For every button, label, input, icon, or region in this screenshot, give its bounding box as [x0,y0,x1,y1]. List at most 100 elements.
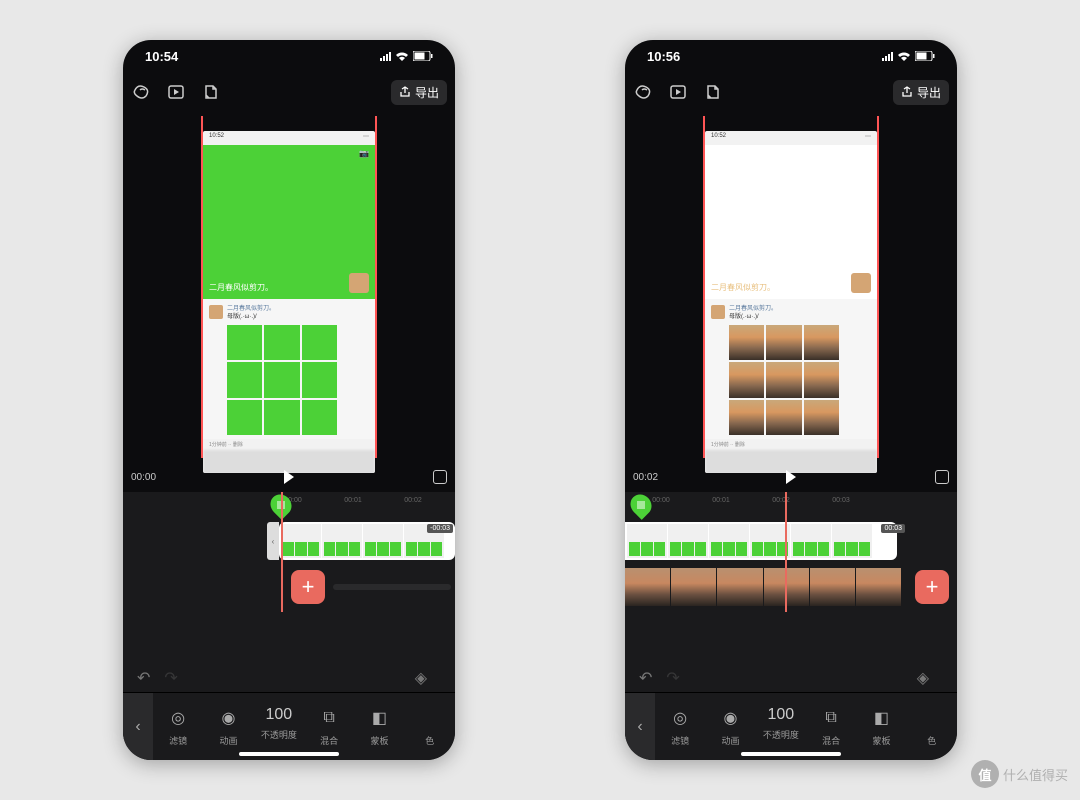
fullscreen-button[interactable] [433,470,447,484]
tool-color[interactable]: 色 [907,706,957,747]
tool-opacity[interactable]: 100不透明度 [756,706,806,747]
play-history-icon[interactable] [667,81,689,103]
export-icon [399,86,411,98]
preview-area: 10:52⋯ 📷 二月春风似剪刀。 二月春风似剪刀。母版(.·ω·.)/ 1分钟… [123,112,455,492]
preview-area: 10:52⋯ 二月春风似剪刀。 二月春风似剪刀。母版(.·ω·.)/ 1分钟前 … [625,112,957,492]
battery-icon [915,51,935,61]
undo-icon[interactable]: ↶ [639,668,652,688]
anim-icon: ◉ [718,706,742,730]
home-indicator[interactable] [239,752,339,756]
inner-time: 10:52 [209,133,224,143]
tool-mask[interactable]: ◧蒙板 [354,706,404,747]
clip-handle-left[interactable]: ‹ [267,522,279,560]
tool-blend[interactable]: ⧉混合 [304,706,354,747]
opacity-value: 100 [265,706,292,724]
tool-anim[interactable]: ◉动画 [705,706,755,747]
preview-canvas[interactable]: 10:52⋯ 二月春风似剪刀。 二月春风似剪刀。母版(.·ω·.)/ 1分钟前 … [705,131,877,473]
preview-controls: 00:00 [123,462,455,492]
nine-grid [729,325,839,435]
keyframe-icon[interactable]: ◈ [917,668,929,688]
post-meta: 1分钟前 ·· 删除 [705,439,877,450]
mask-icon: ◧ [367,706,391,730]
preview-controls: 00:02 [625,462,957,492]
video-clip-2[interactable] [625,568,901,606]
tool-blend[interactable]: ⧉混合 [806,706,856,747]
logo-icon[interactable] [633,81,655,103]
battery-icon [413,51,433,61]
preview-canvas[interactable]: 10:52⋯ 📷 二月春风似剪刀。 二月春风似剪刀。母版(.·ω·.)/ 1分钟… [203,131,375,473]
playhead[interactable] [785,492,787,612]
undo-icon[interactable]: ↶ [137,668,150,688]
status-bar: 10:54 [123,40,455,72]
camera-icon: 📷 [359,149,369,158]
wifi-icon [395,51,409,61]
tool-opacity[interactable]: 100不透明度 [254,706,304,747]
hero-caption: 二月春风似剪刀。 [209,282,273,293]
tool-color[interactable]: 色 [405,706,455,747]
nine-grid [227,325,337,435]
layers-icon[interactable] [701,81,723,103]
play-button[interactable] [786,470,796,484]
blend-icon: ⧉ [317,706,341,730]
phone-left: 10:54 导出 10:52⋯ 📷 二月春风似剪刀。 [123,40,455,760]
watermark-badge: 值 [971,760,999,788]
empty-track[interactable] [333,584,451,590]
phone-right: 10:56 导出 10:52⋯ 二月春风似剪刀。 二月春风似剪刀。母版( [625,40,957,760]
add-track-button[interactable]: + [915,570,949,604]
chat-title: 二月春风似剪刀。 [227,306,275,312]
video-clip[interactable] [625,522,897,560]
clip-duration: 00:03 [881,524,905,533]
keyframe-icon[interactable]: ◈ [415,668,427,688]
top-toolbar: 导出 [625,72,957,112]
export-icon [901,86,913,98]
tool-filter[interactable]: ◎滤镜 [153,706,203,747]
tool-anim[interactable]: ◉动画 [203,706,253,747]
add-track-button[interactable]: + [291,570,325,604]
clip-duration: -00:03 [427,524,453,533]
inner-time: 10:52 [711,133,726,143]
mask-icon: ◧ [869,706,893,730]
avatar [349,273,369,293]
timeline[interactable]: 00:0000:0100:02 ‹ -00:03 + [123,492,455,664]
status-icons [882,51,935,61]
chat-subtitle: 母版(.·ω·.)/ [227,314,257,320]
status-icons [380,51,433,61]
filter-icon: ◎ [166,706,190,730]
back-button[interactable]: ‹ [625,693,655,761]
export-button[interactable]: 导出 [391,80,447,105]
tool-filter[interactable]: ◎滤镜 [655,706,705,747]
tool-bar: ‹ ◎滤镜 ◉动画 100不透明度 ⧉混合 ◧蒙板 色 [123,692,455,760]
logo-icon[interactable] [131,81,153,103]
anim-icon: ◉ [216,706,240,730]
chat-avatar [711,305,725,319]
tool-bar: ‹ ◎滤镜 ◉动画 100不透明度 ⧉混合 ◧蒙板 色 [625,692,957,760]
color-icon [418,706,442,730]
undo-bar: ↶ ↷ ◈ [625,664,957,692]
top-toolbar: 导出 [123,72,455,112]
opacity-value: 100 [767,706,794,724]
wifi-icon [897,51,911,61]
fullscreen-button[interactable] [935,470,949,484]
redo-icon[interactable]: ↷ [666,668,679,688]
time-label: 00:00 [131,472,156,483]
safe-guide-right [375,116,377,458]
redo-icon[interactable]: ↷ [164,668,177,688]
tool-mask[interactable]: ◧蒙板 [856,706,906,747]
export-button[interactable]: 导出 [893,80,949,105]
chat-avatar [209,305,223,319]
hero-caption: 二月春风似剪刀。 [711,282,775,293]
playhead[interactable] [281,492,283,612]
undo-bar: ↶ ↷ ◈ [123,664,455,692]
play-button[interactable] [284,470,294,484]
back-button[interactable]: ‹ [123,693,153,761]
play-history-icon[interactable] [165,81,187,103]
layers-icon[interactable] [199,81,221,103]
cellular-icon [882,52,893,61]
cellular-icon [380,52,391,61]
post-meta: 1分钟前 ·· 删除 [203,439,375,450]
timeline[interactable]: 00:0000:0100:0200:03 00:03 + [625,492,957,664]
blend-icon: ⧉ [819,706,843,730]
filter-icon: ◎ [668,706,692,730]
home-indicator[interactable] [741,752,841,756]
safe-guide-right [877,116,879,458]
